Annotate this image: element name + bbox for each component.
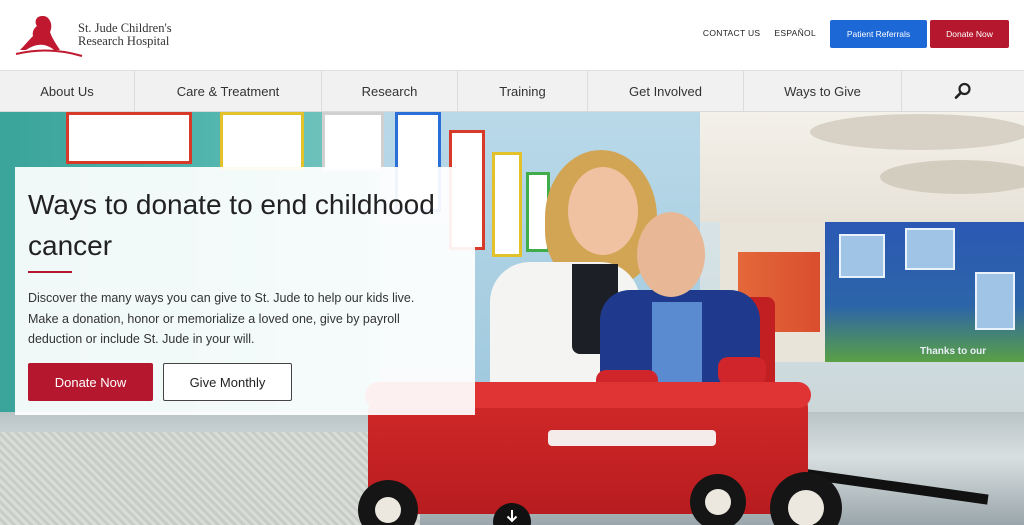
wall-artwork — [322, 112, 384, 172]
nav-item-about-us[interactable]: About Us — [0, 71, 135, 111]
logo-text: St. Jude Children's Research Hospital — [78, 22, 172, 48]
wagon-hub — [705, 489, 731, 515]
arrow-down-icon — [506, 510, 518, 523]
nav-item-training[interactable]: Training — [458, 71, 588, 111]
hero-description: Discover the many ways you can give to S… — [28, 291, 415, 346]
display-screen — [975, 272, 1015, 330]
wagon-hub — [788, 490, 824, 525]
boy-shirt — [652, 302, 702, 382]
ceiling-light — [810, 114, 1024, 150]
display-wall-text: Thanks to our — [920, 346, 987, 357]
site-header: St. Jude Children's Research Hospital CO… — [0, 0, 1024, 70]
contact-us-link[interactable]: CONTACT US — [703, 28, 760, 38]
wall-artwork — [66, 112, 192, 164]
nav-item-ways-to-give[interactable]: Ways to Give — [744, 71, 902, 111]
display-screen — [839, 234, 885, 278]
title-underline — [28, 271, 72, 273]
nav-item-care-treatment[interactable]: Care & Treatment — [135, 71, 322, 111]
main-nav: About Us Care & Treatment Research Train… — [0, 70, 1024, 112]
espanol-link[interactable]: ESPAÑOL — [774, 28, 816, 38]
nav-item-research[interactable]: Research — [322, 71, 458, 111]
hero-card: Ways to donate to end childhood cancer D… — [15, 167, 475, 415]
nav-item-get-involved[interactable]: Get Involved — [588, 71, 744, 111]
st-jude-logo[interactable]: St. Jude Children's Research Hospital — [14, 10, 184, 62]
woman-face — [568, 167, 638, 255]
search-button[interactable] — [902, 71, 1024, 111]
display-screen — [905, 228, 955, 270]
wagon-slot — [548, 430, 716, 446]
give-monthly-button[interactable]: Give Monthly — [163, 363, 292, 401]
floor-mat — [0, 432, 420, 525]
logo-line-2: Research Hospital — [78, 34, 170, 48]
donate-now-header-button[interactable]: Donate Now — [930, 20, 1009, 48]
wagon-hub — [375, 497, 401, 523]
hero-title: Ways to donate to end childhood cancer — [28, 189, 435, 261]
display-wall: Thanks to our — [825, 222, 1024, 362]
search-icon — [954, 82, 971, 99]
logo-figure-icon — [15, 16, 83, 57]
boy-sleeve — [718, 357, 766, 385]
boy-head — [637, 212, 705, 297]
wall-artwork — [492, 152, 522, 257]
wall-artwork — [220, 112, 304, 170]
donate-now-button[interactable]: Donate Now — [28, 363, 153, 401]
utility-links: CONTACT US ESPAÑOL — [703, 28, 816, 38]
patient-referrals-button[interactable]: Patient Referrals — [830, 20, 927, 48]
